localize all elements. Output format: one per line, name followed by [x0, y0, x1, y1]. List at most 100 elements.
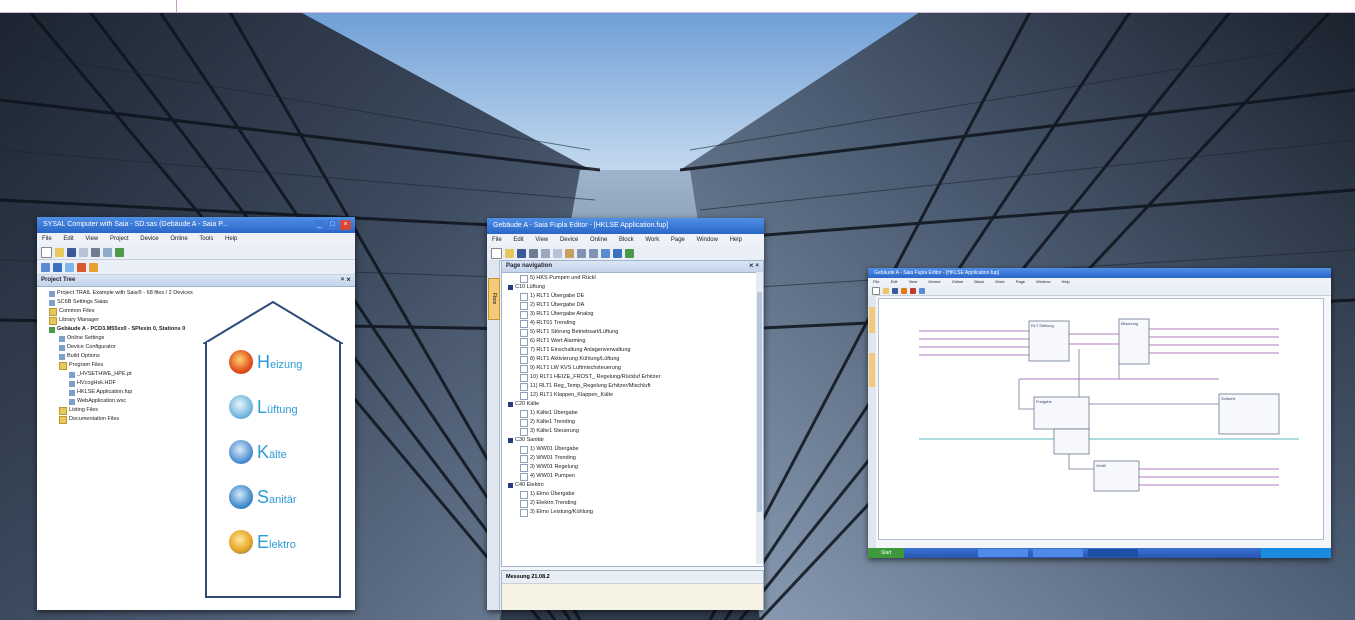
- close-button[interactable]: ×: [340, 220, 351, 230]
- online-icon[interactable]: [613, 248, 622, 258]
- menu-view[interactable]: View: [85, 236, 98, 242]
- page-tree-item[interactable]: 5) HKS Pumpen und Rückl: [508, 274, 763, 283]
- page-tree-item[interactable]: 5) RLT1 Störung Betriebsart/Lüftung: [508, 328, 763, 337]
- menu-block[interactable]: Block: [974, 279, 984, 284]
- menu-window[interactable]: Window: [1036, 279, 1050, 284]
- save-icon[interactable]: [517, 248, 526, 258]
- category-lueftung[interactable]: Lüftung: [229, 395, 298, 419]
- copy-icon[interactable]: [553, 248, 562, 258]
- page-tree-item[interactable]: 3) Kälte1 Steuerung: [508, 427, 763, 436]
- page-tree-item[interactable]: 3) RLT1 Übergabe Analog: [508, 310, 763, 319]
- vertical-scrollbar[interactable]: [756, 272, 763, 564]
- menu-device[interactable]: Device: [928, 279, 940, 284]
- build-icon[interactable]: [115, 247, 124, 257]
- page-tree-item[interactable]: 1) RLT1 Übergabe DE: [508, 292, 763, 301]
- open-icon[interactable]: [883, 287, 889, 294]
- page-tree-item[interactable]: 2) Kälte1 Trending: [508, 418, 763, 427]
- diagram-canvas[interactable]: RLT Stellung Mischung Freigabe Sollwert …: [878, 298, 1324, 540]
- page-tree-item[interactable]: 2) Elektro Trending: [508, 499, 763, 508]
- settings-icon[interactable]: [89, 262, 98, 272]
- menu-project[interactable]: Project: [110, 236, 129, 242]
- page-tree-item[interactable]: 3) Elmo Leistung/Kühlung: [508, 508, 763, 517]
- start-button[interactable]: Start: [868, 548, 904, 558]
- menu-page[interactable]: Page: [671, 237, 685, 243]
- redo-icon[interactable]: [589, 248, 598, 258]
- run-icon[interactable]: [65, 262, 74, 272]
- side-tab-1[interactable]: [869, 307, 875, 333]
- stop-icon[interactable]: [910, 287, 916, 294]
- page-tree-item[interactable]: 1) WW01 Übergabe: [508, 445, 763, 454]
- taskbar-item-3[interactable]: [1088, 549, 1138, 557]
- menu-online[interactable]: Online: [170, 236, 187, 242]
- menu-device[interactable]: Device: [140, 236, 158, 242]
- page-tree-item[interactable]: 4) RLT01 Trending: [508, 319, 763, 328]
- save-icon[interactable]: [67, 247, 76, 257]
- open-icon[interactable]: [505, 248, 514, 258]
- download-icon[interactable]: [53, 262, 62, 272]
- page-tree-item[interactable]: 4) WW01 Pumpen: [508, 472, 763, 481]
- online-icon[interactable]: [41, 262, 50, 272]
- open-icon[interactable]: [55, 247, 64, 257]
- category-sanitaer[interactable]: Sanitär: [229, 485, 297, 509]
- category-heizung[interactable]: Heizung: [229, 350, 302, 374]
- menu-work[interactable]: Work: [645, 237, 659, 243]
- page-tree-item[interactable]: C40 Elektro: [508, 481, 763, 490]
- run-icon[interactable]: [901, 287, 907, 294]
- page-tree-item[interactable]: C20 Kälte: [508, 400, 763, 409]
- zoom-icon[interactable]: [919, 287, 925, 294]
- category-kaelte[interactable]: Kälte: [229, 440, 287, 464]
- menu-page[interactable]: Page: [1016, 279, 1025, 284]
- page-tree-item[interactable]: 1) Kälte1 Übergabe: [508, 409, 763, 418]
- new-icon[interactable]: [41, 246, 52, 258]
- menu-edit[interactable]: Edit: [891, 279, 898, 284]
- cut-icon[interactable]: [541, 248, 550, 258]
- page-tree-item[interactable]: 1) Elmo Übergabe: [508, 490, 763, 499]
- page-tree-item[interactable]: 2) WW01 Trending: [508, 454, 763, 463]
- print-icon[interactable]: [91, 247, 100, 257]
- panel-close-icon[interactable]: ⨯ ×: [749, 261, 759, 272]
- undo-icon[interactable]: [577, 248, 586, 258]
- menu-help[interactable]: Help: [225, 236, 237, 242]
- side-tab-fbox[interactable]: Fbox: [488, 278, 500, 320]
- menu-file[interactable]: File: [492, 237, 502, 243]
- copy-icon[interactable]: [79, 247, 88, 257]
- tree-item[interactable]: Project TRAIL Example with Saia® - 68 fi…: [49, 289, 355, 298]
- find-icon[interactable]: [103, 247, 112, 257]
- taskbar-item-1[interactable]: [978, 549, 1028, 557]
- panel-close-icon[interactable]: × ⨯: [341, 275, 351, 286]
- menu-view[interactable]: View: [535, 237, 548, 243]
- menu-work[interactable]: Work: [995, 279, 1004, 284]
- page-tree-item[interactable]: 11) RLT1 Reg_Temp_Regelung Erhitzer/Misc…: [508, 382, 763, 391]
- page-tree-item[interactable]: 12) RLT1 Klappen_Klappen_Kälte: [508, 391, 763, 400]
- paste-icon[interactable]: [565, 248, 574, 258]
- project-window-titlebar[interactable]: SYSAL Computer with Saia - SD.sas (Gebäu…: [37, 217, 355, 233]
- menu-view[interactable]: View: [909, 279, 918, 284]
- side-tab-2[interactable]: [869, 353, 875, 387]
- page-tree-item[interactable]: C30 Sanitär: [508, 436, 763, 445]
- page-tree-item[interactable]: 6) RLT1 Wert Alarming: [508, 337, 763, 346]
- menu-window[interactable]: Window: [697, 237, 718, 243]
- menu-block[interactable]: Block: [619, 237, 634, 243]
- page-tree-item[interactable]: 9) RLT1 LW KVS Luftmischsteuerung: [508, 364, 763, 373]
- menu-edit[interactable]: Edit: [513, 237, 523, 243]
- menu-edit[interactable]: Edit: [63, 236, 73, 242]
- build-icon[interactable]: [625, 248, 634, 258]
- menu-help[interactable]: Help: [730, 237, 742, 243]
- taskbar-item-2[interactable]: [1033, 549, 1083, 557]
- print-icon[interactable]: [529, 248, 538, 258]
- page-tree-item[interactable]: 8) RLT1 Aktivierung Kühlung/Lüftung: [508, 355, 763, 364]
- menu-file[interactable]: File: [873, 279, 879, 284]
- diagram-titlebar[interactable]: Gebäude A - Saia Fupla Editor - [HKLSE A…: [868, 268, 1331, 278]
- minimize-button[interactable]: _: [314, 220, 325, 230]
- page-tree-item[interactable]: 10) RLT1 HEIZE_FROST_ Regelung/Rückluf E…: [508, 373, 763, 382]
- save-icon[interactable]: [892, 287, 898, 294]
- new-icon[interactable]: [872, 286, 880, 295]
- menu-device[interactable]: Device: [560, 237, 578, 243]
- page-tree-item[interactable]: C10 Lüftung: [508, 283, 763, 292]
- menu-online[interactable]: Online: [590, 237, 607, 243]
- stop-icon[interactable]: [77, 262, 86, 272]
- menu-online[interactable]: Online: [952, 279, 964, 284]
- menu-help[interactable]: Help: [1062, 279, 1070, 284]
- scrollbar-thumb[interactable]: [757, 292, 762, 512]
- page-tree-item[interactable]: 7) RLT1 Einschaltung Anlagenverwaltung: [508, 346, 763, 355]
